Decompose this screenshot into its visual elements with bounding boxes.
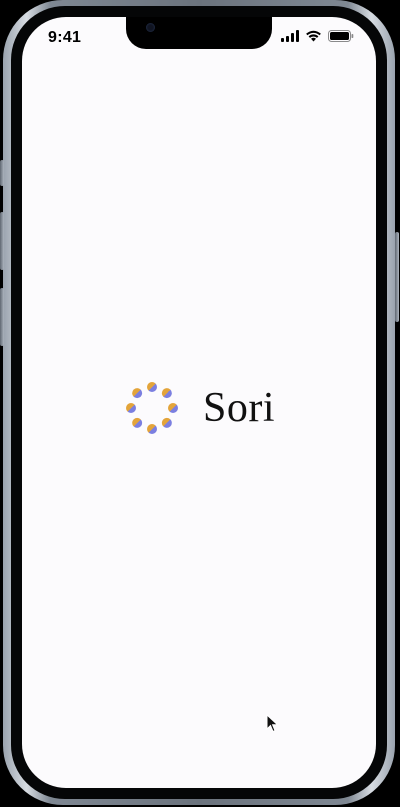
phone-device: 9:41 Sori	[0, 0, 400, 807]
battery-icon	[328, 30, 354, 42]
logo-dot	[125, 403, 136, 413]
cellular-signal-icon	[281, 30, 299, 42]
splash-brand: Sori	[22, 379, 376, 437]
dotted-ring-logo-icon	[125, 382, 178, 434]
logo-dot	[146, 382, 157, 392]
status-icons	[281, 30, 354, 42]
power-button	[395, 232, 399, 322]
logo-dot	[146, 424, 157, 434]
app-name: Sori	[202, 385, 275, 431]
notch	[126, 17, 272, 49]
logo-dot	[132, 417, 143, 428]
mouse-pointer-icon	[266, 714, 279, 733]
front-camera-icon	[146, 23, 155, 32]
wifi-icon	[305, 30, 322, 42]
mute-switch	[0, 160, 4, 186]
logo-dot	[167, 403, 178, 413]
status-time: 9:41	[48, 29, 82, 46]
logo-dot	[161, 417, 172, 428]
volume-down-button	[0, 288, 4, 346]
volume-up-button	[0, 212, 4, 270]
logo-dot	[161, 388, 172, 399]
logo-dot	[132, 388, 143, 399]
app-screen: 9:41 Sori	[22, 17, 376, 788]
